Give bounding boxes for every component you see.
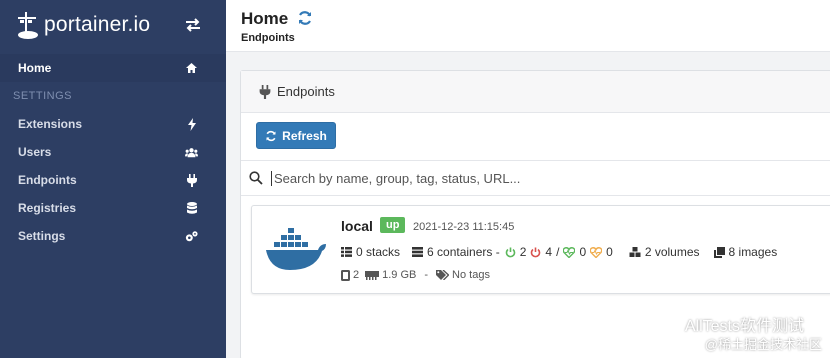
brand[interactable]: portainer.io <box>0 0 226 50</box>
plug-icon <box>259 84 271 99</box>
refresh-icon <box>266 130 276 141</box>
sidebar-section-settings: SETTINGS <box>13 90 73 102</box>
sidebar: portainer.io Home SETTINGS Extensions Us… <box>0 0 226 358</box>
sidebar-item-label: Extensions <box>18 117 83 131</box>
portainer-logo-icon <box>16 10 40 40</box>
page-title: Home <box>241 9 289 28</box>
sidebar-toggle-icon[interactable] <box>184 17 202 33</box>
home-icon <box>185 62 198 75</box>
volumes-count: 2 volumes <box>644 245 700 259</box>
sidebar-item-endpoints[interactable]: Endpoints <box>0 166 226 194</box>
search-bar <box>241 160 830 196</box>
stat-healthy: 0 <box>563 245 586 259</box>
brand-name: portainer.io <box>44 13 151 36</box>
stat-volumes: 2 volumes <box>629 245 700 259</box>
search-input[interactable] <box>271 170 791 186</box>
endpoint-stats: 0 stacks 6 containers - 2 4 / 0 0 2 volu… <box>341 245 777 259</box>
sidebar-item-settings[interactable]: Settings <box>0 222 226 250</box>
resources-separator: - <box>424 269 429 281</box>
stat-images: 8 images <box>713 245 778 259</box>
status-badge: up <box>380 217 406 233</box>
memory-icon <box>365 270 380 280</box>
refresh-button[interactable]: Refresh <box>256 122 336 149</box>
stacks-count: 0 stacks <box>356 245 401 259</box>
clone-icon <box>713 246 725 258</box>
cogs-icon <box>185 230 198 243</box>
endpoint-name[interactable]: local <box>341 218 373 234</box>
panel-title: Endpoints <box>277 84 335 99</box>
stat-containers: 6 containers - <box>412 245 500 259</box>
refresh-icon[interactable] <box>297 10 313 26</box>
heartbeat-icon <box>590 246 603 258</box>
endpoint-card[interactable]: local up 2021-12-23 11:15:45 0 stacks 6 … <box>251 205 830 294</box>
plug-icon <box>185 173 198 187</box>
watermark-title: AllTests软件测试 <box>684 318 804 335</box>
bolt-icon <box>185 117 198 131</box>
memory-size: 1.9 GB <box>382 269 417 281</box>
cpu-icon <box>341 269 350 281</box>
refresh-button-label: Refresh <box>282 128 327 143</box>
containers-count: 6 containers - <box>427 245 500 259</box>
sidebar-item-label: Users <box>18 145 52 159</box>
sidebar-item-label: Settings <box>18 229 66 243</box>
cpu-count: 2 <box>353 269 360 281</box>
search-icon <box>249 171 263 185</box>
page-header: Home Endpoints <box>226 0 830 52</box>
database-icon <box>185 201 198 215</box>
sidebar-item-label: Registries <box>18 201 77 215</box>
sidebar-item-users[interactable]: Users <box>0 138 226 166</box>
breadcrumb: Endpoints <box>241 32 295 44</box>
th-list-icon <box>341 247 352 257</box>
images-count: 8 images <box>728 245 778 259</box>
endpoint-timestamp: 2021-12-23 11:15:45 <box>413 221 515 233</box>
endpoint-resources: 2 1.9 GB - No tags <box>341 269 490 281</box>
sidebar-item-label: Endpoints <box>18 173 77 187</box>
sidebar-item-home[interactable]: Home <box>0 54 226 82</box>
stat-running: 2 <box>505 245 527 259</box>
panel-heading: Endpoints <box>241 71 830 113</box>
power-on-icon <box>505 247 516 257</box>
users-icon <box>185 146 198 159</box>
tags-label: No tags <box>452 269 490 281</box>
stat-stopped: 4 <box>530 245 552 259</box>
containers-separator: / <box>556 245 560 259</box>
power-off-icon <box>531 247 541 257</box>
stopped-count: 4 <box>545 245 553 259</box>
docker-logo-icon <box>266 228 326 270</box>
cubes-icon <box>629 246 641 257</box>
sidebar-item-registries[interactable]: Registries <box>0 194 226 222</box>
tags-icon <box>436 270 450 280</box>
stat-unhealthy: 0 <box>590 245 613 259</box>
watermark-subtitle: @稀土掘金技术社区 <box>704 337 822 352</box>
running-count: 2 <box>519 245 527 259</box>
unhealthy-count: 0 <box>606 245 613 259</box>
sidebar-item-extensions[interactable]: Extensions <box>0 110 226 138</box>
healthy-count: 0 <box>579 245 587 259</box>
sidebar-item-label: Home <box>18 61 52 75</box>
heartbeat-icon <box>563 246 576 258</box>
stat-stacks: 0 stacks <box>341 245 400 259</box>
server-icon <box>412 247 424 257</box>
